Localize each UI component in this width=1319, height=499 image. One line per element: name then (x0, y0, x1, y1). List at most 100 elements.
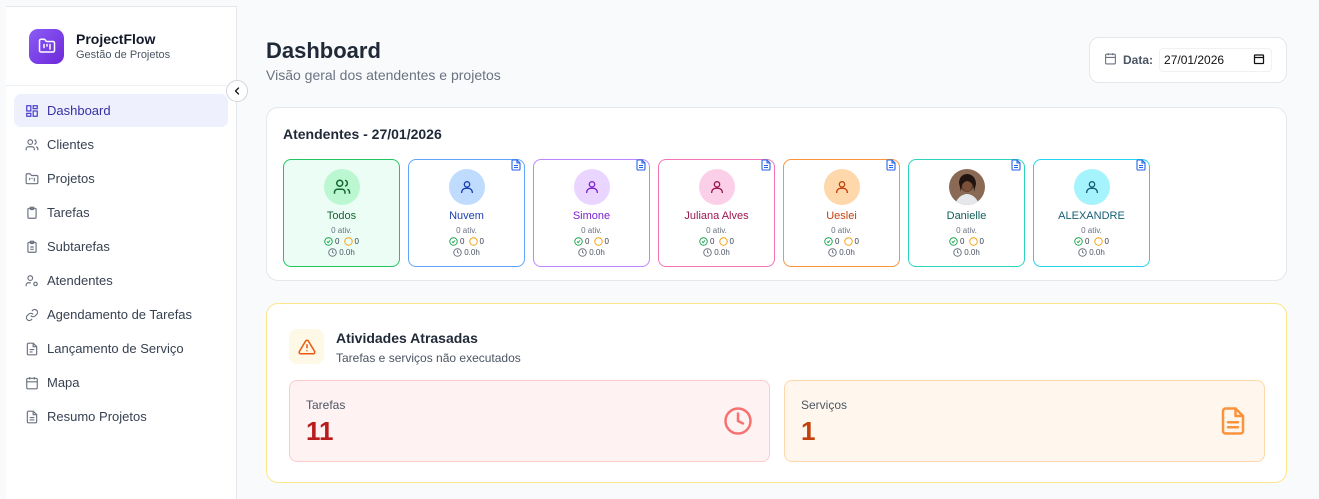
attendant-card[interactable]: Ueslei 0 ativ. 0 0 0.0h (783, 159, 900, 267)
users-icon (25, 138, 39, 152)
file-icon (25, 342, 39, 356)
attendant-name: Ueslei (826, 210, 857, 222)
document-icon[interactable] (1135, 158, 1147, 172)
servicos-stat[interactable]: Serviços 1 (784, 380, 1265, 462)
sidebar-item-mapa[interactable]: Mapa (14, 366, 228, 399)
page-subtitle: Visão geral dos atendentes e projetos (266, 67, 501, 83)
sidebar-item-label: Subtarefas (47, 239, 110, 254)
servicos-value: 1 (801, 416, 816, 446)
pending-count: 0 (979, 237, 984, 246)
attendant-activities: 0 ativ. (581, 226, 602, 235)
hours-value: 0.0h (1089, 248, 1105, 257)
attendant-activities: 0 ativ. (956, 226, 977, 235)
check-circle-icon (449, 237, 458, 246)
folder-kanban-icon (29, 28, 64, 64)
attendant-card[interactable]: Danielle 0 ativ. 0 0 0.0h (908, 159, 1025, 267)
date-value: 27/01/2026 (1164, 53, 1225, 67)
pending-count: 0 (1104, 237, 1109, 246)
check-circle-icon (699, 237, 708, 246)
done-count: 0 (835, 237, 840, 246)
hours-value: 0.0h (464, 248, 480, 257)
sidebar-item-projetos[interactable]: Projetos (14, 162, 228, 195)
file-text-icon (25, 410, 39, 424)
check-circle-icon (574, 237, 583, 246)
attendant-card[interactable]: Nuvem 0 ativ. 0 0 0.0h (408, 159, 525, 267)
sidebar-item-resumo[interactable]: Resumo Projetos (14, 400, 228, 433)
document-icon[interactable] (885, 158, 897, 172)
attendant-hours: 0.0h (953, 248, 980, 257)
sidebar-item-tarefas[interactable]: Tarefas (14, 196, 228, 229)
pending-count: 0 (729, 237, 734, 246)
clipboard-icon (25, 206, 39, 220)
pending-count: 0 (604, 237, 609, 246)
tarefas-stat[interactable]: Tarefas 11 (289, 380, 770, 462)
pending-circle-icon (593, 237, 603, 246)
pending-count: 0 (854, 237, 859, 246)
calendar-icon (25, 376, 39, 390)
avatar (948, 169, 985, 205)
done-count: 0 (335, 237, 340, 246)
document-icon[interactable] (1010, 158, 1022, 172)
attendants-title: Atendentes - 27/01/2026 (283, 126, 442, 142)
hours-value: 0.0h (714, 248, 730, 257)
attendant-name: Todos (326, 210, 357, 222)
brand: ProjectFlow Gestão de Projetos (6, 7, 236, 86)
sidebar-item-agendamento[interactable]: Agendamento de Tarefas (14, 298, 228, 331)
sidebar-item-label: Tarefas (47, 205, 90, 220)
document-icon[interactable] (510, 158, 522, 172)
pending-circle-icon (1093, 237, 1103, 246)
servicos-label: Serviços (801, 398, 848, 412)
done-count: 0 (585, 237, 590, 246)
pending-circle-icon (718, 237, 728, 246)
hours-value: 0.0h (964, 248, 980, 257)
check-circle-icon (324, 237, 333, 246)
sidebar-item-label: Clientes (47, 137, 94, 152)
sidebar-item-atendentes[interactable]: Atendentes (14, 264, 228, 297)
attendant-card[interactable]: Simone 0 ativ. 0 0 0.0h (533, 159, 650, 267)
check-circle-icon (824, 237, 833, 246)
pending-circle-icon (343, 237, 353, 246)
user-cog-icon (25, 274, 39, 288)
check-circle-icon (949, 237, 958, 246)
attendant-name: Nuvem (449, 210, 484, 222)
sidebar-item-subtarefas[interactable]: Subtarefas (14, 230, 228, 263)
attendant-name: Simone (572, 210, 611, 222)
attendant-card[interactable]: ALEXANDRE 0 ativ. 0 0 0.0h (1033, 159, 1150, 267)
hours-value: 0.0h (839, 248, 855, 257)
user-icon (573, 169, 610, 205)
hours-value: 0.0h (589, 248, 605, 257)
attendant-hours: 0.0h (828, 248, 855, 257)
attendant-card[interactable]: Todos 0 ativ. 0 0 0.0h (283, 159, 400, 267)
done-count: 0 (710, 237, 715, 246)
sidebar-item-dashboard[interactable]: Dashboard (14, 94, 228, 127)
attendant-hours: 0.0h (578, 248, 605, 257)
users-icon (323, 169, 360, 205)
tarefas-label: Tarefas (306, 398, 346, 412)
document-icon[interactable] (760, 158, 772, 172)
attendant-card[interactable]: Juliana Alves 0 ativ. 0 0 0.0h (658, 159, 775, 267)
folder-icon (25, 172, 39, 186)
attendant-stats: 0 0 (947, 237, 986, 246)
attendants-list: Todos 0 ativ. 0 0 0.0h Nuvem 0 ativ. 0 0… (283, 159, 1158, 267)
sidebar-item-label: Lançamento de Serviço (47, 341, 184, 356)
calendar-picker-icon[interactable] (1253, 53, 1265, 68)
attendant-activities: 0 ativ. (456, 226, 477, 235)
done-count: 0 (960, 237, 965, 246)
pending-circle-icon (843, 237, 853, 246)
document-icon[interactable] (635, 158, 647, 172)
late-title: Atividades Atrasadas (336, 330, 478, 346)
date-input[interactable]: 27/01/2026 (1159, 48, 1273, 72)
clock-icon (953, 248, 962, 257)
dashboard-icon (25, 104, 39, 118)
sidebar-item-clientes[interactable]: Clientes (14, 128, 228, 161)
done-count: 0 (460, 237, 465, 246)
attendant-hours: 0.0h (328, 248, 355, 257)
sidebar-item-label: Projetos (47, 171, 95, 186)
pending-circle-icon (468, 237, 478, 246)
clock-icon (828, 248, 837, 257)
sidebar-item-lancamento[interactable]: Lançamento de Serviço (14, 332, 228, 365)
attendant-stats: 0 0 (697, 237, 736, 246)
user-icon (823, 169, 860, 205)
sidebar-item-label: Resumo Projetos (47, 409, 147, 424)
attendant-activities: 0 ativ. (706, 226, 727, 235)
